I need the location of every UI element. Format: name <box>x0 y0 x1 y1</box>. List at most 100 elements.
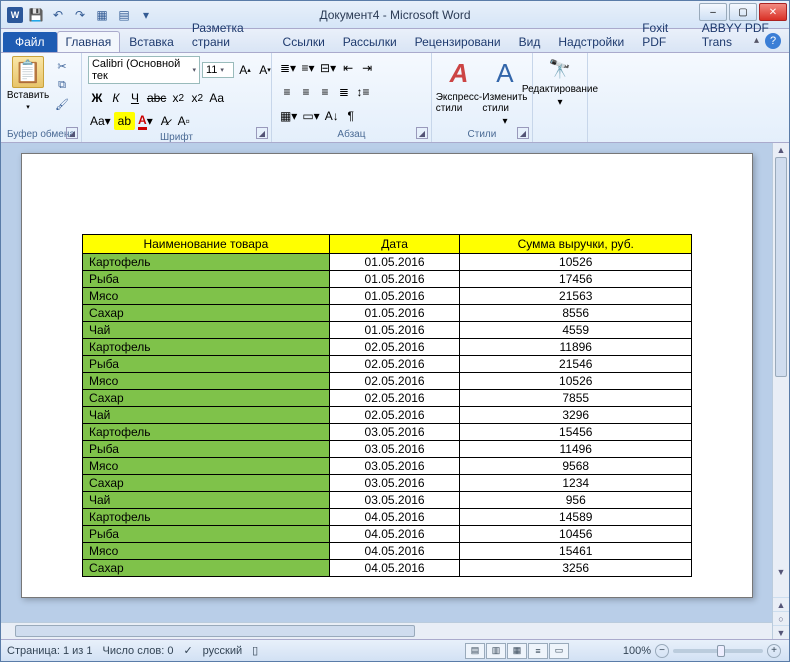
table-cell[interactable]: 10456 <box>460 526 692 543</box>
table-cell[interactable]: Чай <box>83 322 330 339</box>
clipboard-launcher[interactable]: ◢ <box>66 127 78 139</box>
tab-view[interactable]: Вид <box>510 31 550 52</box>
print-layout-icon[interactable]: ▤ <box>465 643 485 659</box>
table-cell[interactable]: 01.05.2016 <box>329 288 460 305</box>
tab-review[interactable]: Рецензировани <box>406 31 510 52</box>
decrease-indent-icon[interactable]: ⇤ <box>339 59 357 77</box>
table-row[interactable]: Мясо01.05.201621563 <box>83 288 692 305</box>
superscript-button[interactable]: x2 <box>188 89 206 107</box>
table-cell[interactable]: 21546 <box>460 356 692 373</box>
table-cell[interactable]: Картофель <box>83 424 330 441</box>
table-cell[interactable]: 17456 <box>460 271 692 288</box>
table-row[interactable]: Сахар04.05.20163256 <box>83 560 692 577</box>
table-row[interactable]: Картофель02.05.201611896 <box>83 339 692 356</box>
table-cell[interactable]: Рыба <box>83 271 330 288</box>
table-cell[interactable]: Сахар <box>83 305 330 322</box>
bold-button[interactable]: Ж <box>88 89 106 107</box>
quick-styles-button[interactable]: A Экспресс-стили <box>438 56 480 114</box>
font-launcher[interactable]: ◢ <box>256 127 268 139</box>
justify-icon[interactable]: ≣ <box>335 83 353 101</box>
change-styles-button[interactable]: A Изменить стили▾ <box>484 56 526 127</box>
hscroll-thumb[interactable] <box>15 625 415 637</box>
tab-home[interactable]: Главная <box>57 31 121 52</box>
chevron-down-icon[interactable]: ▾ <box>220 66 224 74</box>
table-cell[interactable]: Чай <box>83 492 330 509</box>
table-cell[interactable]: 02.05.2016 <box>329 407 460 424</box>
zoom-in-button[interactable]: + <box>767 644 781 658</box>
help-icon[interactable]: ? <box>765 33 781 49</box>
table-row[interactable]: Чай02.05.20163296 <box>83 407 692 424</box>
fullscreen-reading-icon[interactable]: ▥ <box>486 643 506 659</box>
clear-formatting-icon[interactable]: A̷ <box>156 112 174 130</box>
browse-object-icon[interactable]: ○ <box>773 611 789 625</box>
prev-page-icon[interactable]: ▲ <box>773 597 789 611</box>
table-row[interactable]: Картофель01.05.201610526 <box>83 254 692 271</box>
table-cell[interactable]: Сахар <box>83 475 330 492</box>
table-cell[interactable]: 15461 <box>460 543 692 560</box>
table-row[interactable]: Мясо02.05.201610526 <box>83 373 692 390</box>
next-page-icon[interactable]: ▼ <box>773 625 789 639</box>
align-left-icon[interactable]: ≡ <box>278 83 296 101</box>
table-cell[interactable]: 8556 <box>460 305 692 322</box>
table-cell[interactable]: 15456 <box>460 424 692 441</box>
table-row[interactable]: Сахар03.05.20161234 <box>83 475 692 492</box>
table-row[interactable]: Рыба04.05.201610456 <box>83 526 692 543</box>
line-spacing-icon[interactable]: ↕≡ <box>354 83 372 101</box>
table-cell[interactable]: Сахар <box>83 560 330 577</box>
table-cell[interactable]: 04.05.2016 <box>329 543 460 560</box>
table-cell[interactable]: 04.05.2016 <box>329 509 460 526</box>
strikethrough-button[interactable]: abc <box>145 89 168 107</box>
borders-icon[interactable]: ▭▾ <box>300 107 321 125</box>
zoom-out-button[interactable]: − <box>655 644 669 658</box>
data-table[interactable]: Наименование товараДатаСумма выручки, ру… <box>82 234 692 577</box>
scroll-thumb[interactable] <box>775 157 787 377</box>
shading-icon[interactable]: ▦▾ <box>278 107 299 125</box>
table-cell[interactable]: 03.05.2016 <box>329 458 460 475</box>
tab-insert[interactable]: Вставка <box>120 31 183 52</box>
paragraph-launcher[interactable]: ◢ <box>416 127 428 139</box>
tab-addins[interactable]: Надстройки <box>549 31 633 52</box>
table-cell[interactable]: 02.05.2016 <box>329 390 460 407</box>
table-cell[interactable]: 3296 <box>460 407 692 424</box>
minimize-ribbon-icon[interactable]: ▴ <box>754 35 759 46</box>
table-cell[interactable]: Картофель <box>83 509 330 526</box>
table-row[interactable]: Рыба03.05.201611496 <box>83 441 692 458</box>
qat-dropdown-icon[interactable]: ▾ <box>137 6 155 24</box>
paste-button[interactable]: 📋 Вставить ▾ <box>7 56 49 111</box>
table-cell[interactable]: Картофель <box>83 254 330 271</box>
table-cell[interactable]: 3256 <box>460 560 692 577</box>
table-row[interactable]: Мясо04.05.201615461 <box>83 543 692 560</box>
table-cell[interactable]: Рыба <box>83 356 330 373</box>
vertical-scrollbar[interactable]: ▲ ▼ ▲ ○ ▼ <box>772 143 789 639</box>
table-header[interactable]: Дата <box>329 235 460 254</box>
page[interactable]: Наименование товараДатаСумма выручки, ру… <box>21 153 753 598</box>
table-cell[interactable]: 11896 <box>460 339 692 356</box>
char-border-icon[interactable]: A▫ <box>175 112 193 130</box>
table-cell[interactable]: 04.05.2016 <box>329 560 460 577</box>
italic-button[interactable]: К <box>107 89 125 107</box>
spellcheck-icon[interactable]: ✓ <box>183 644 192 657</box>
multilevel-icon[interactable]: ⊟▾ <box>318 59 338 77</box>
table-row[interactable]: Мясо03.05.20169568 <box>83 458 692 475</box>
table-cell[interactable]: 10526 <box>460 373 692 390</box>
table-cell[interactable]: 956 <box>460 492 692 509</box>
table-cell[interactable]: 03.05.2016 <box>329 441 460 458</box>
table-cell[interactable]: 02.05.2016 <box>329 339 460 356</box>
table-cell[interactable]: Мясо <box>83 373 330 390</box>
table-cell[interactable]: 11496 <box>460 441 692 458</box>
numbering-icon[interactable]: ≡▾ <box>299 59 317 77</box>
tab-layout[interactable]: Разметка страни <box>183 17 274 52</box>
insert-mode-icon[interactable]: ▯ <box>252 644 258 657</box>
table-cell[interactable]: 03.05.2016 <box>329 424 460 441</box>
table-header[interactable]: Наименование товара <box>83 235 330 254</box>
copy-icon[interactable]: ⧉ <box>53 77 71 93</box>
table-cell[interactable]: 03.05.2016 <box>329 475 460 492</box>
table-cell[interactable]: Рыба <box>83 441 330 458</box>
table-cell[interactable]: 01.05.2016 <box>329 322 460 339</box>
tab-foxit[interactable]: Foxit PDF <box>633 17 693 52</box>
table-cell[interactable]: 04.05.2016 <box>329 526 460 543</box>
subscript-button[interactable]: x2 <box>169 89 187 107</box>
chevron-down-icon[interactable]: ▾ <box>192 66 196 74</box>
table-cell[interactable]: Рыба <box>83 526 330 543</box>
editing-button[interactable]: 🔭 Редактирование▾ <box>539 56 581 108</box>
